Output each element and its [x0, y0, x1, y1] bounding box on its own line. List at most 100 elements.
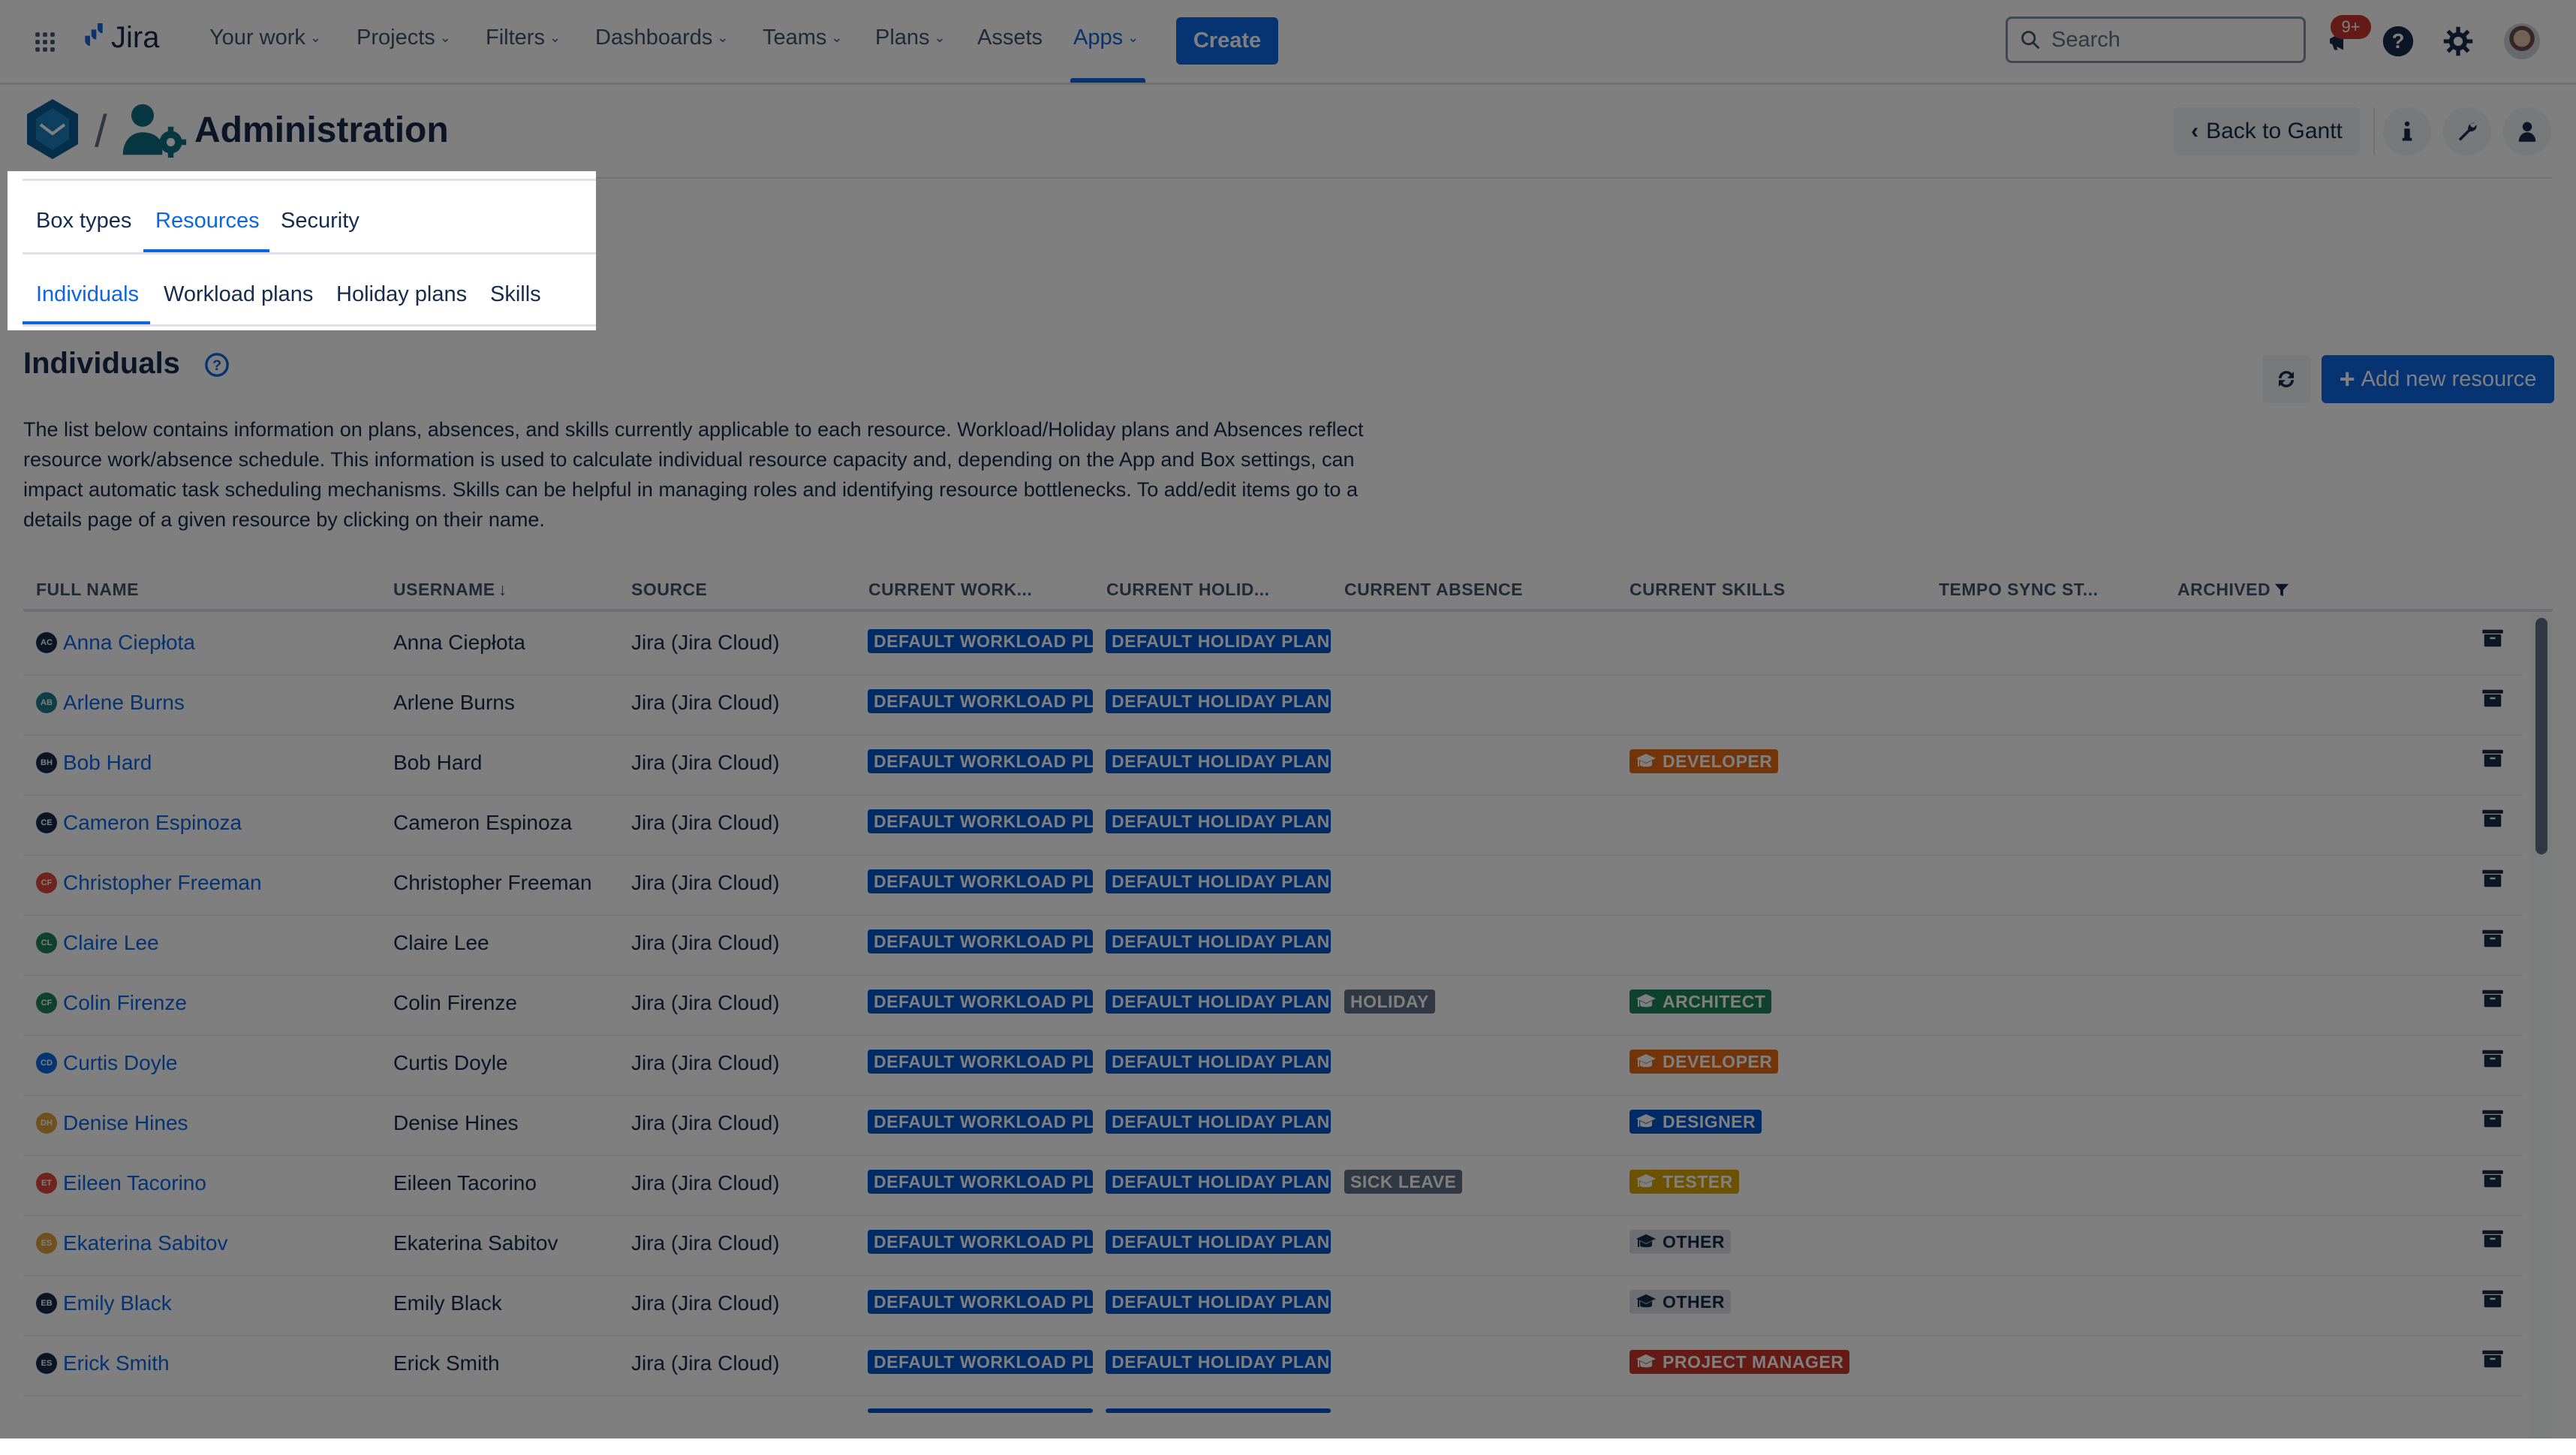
- column-header-username[interactable]: USERNAME ↓: [393, 580, 507, 600]
- resource-name-link[interactable]: Anna Ciepłota: [63, 631, 195, 655]
- section-heading: Individuals: [23, 347, 180, 380]
- skill-label: OTHER: [1663, 1291, 1725, 1312]
- column-header-current-skills[interactable]: CURRENT SKILLS: [1630, 580, 1786, 600]
- archive-icon[interactable]: [2481, 628, 2504, 649]
- resource-name-link[interactable]: Emily Black: [63, 1291, 172, 1315]
- table-row: ES Erick Smith Erick Smith Jira (Jira Cloud…: [23, 1335, 2523, 1396]
- back-to-gantt-label: Back to Gantt: [2206, 119, 2343, 143]
- archive-icon[interactable]: [2481, 868, 2504, 889]
- username-cell: Christopher Freeman: [393, 871, 592, 894]
- user-button[interactable]: [2503, 107, 2551, 155]
- skill-label: DEVELOPER: [1663, 751, 1773, 771]
- page-title: Administration: [194, 110, 449, 150]
- subtab-holiday-plans[interactable]: Holiday plans: [336, 282, 467, 307]
- holiday-plan-lozenge: DEFAULT HOLIDAY PLAN: [1106, 809, 1331, 833]
- archive-icon[interactable]: [2481, 928, 2504, 949]
- back-to-gantt-button[interactable]: ‹ Back to Gantt: [2174, 107, 2360, 155]
- top-navigation: Jira Your work ⌄ Projects ⌄ Filters ⌄ Dashb…: [0, 0, 2576, 85]
- resource-name-link[interactable]: Bob Hard: [63, 751, 152, 775]
- archive-icon[interactable]: [2481, 1228, 2504, 1249]
- nav-your-work[interactable]: Your work ⌄: [209, 26, 321, 50]
- nav-assets[interactable]: Assets: [977, 26, 1043, 50]
- resource-name-link[interactable]: Denise Hines: [63, 1111, 188, 1135]
- nav-label: Assets: [977, 26, 1043, 50]
- archive-icon[interactable]: [2481, 808, 2504, 829]
- holiday-plan-lozenge: DEFAULT HOLIDAY PLAN: [1106, 990, 1331, 1014]
- nav-teams[interactable]: Teams ⌄: [763, 26, 843, 50]
- full-name-cell: DH Denise Hines: [36, 1111, 188, 1135]
- subtab-workload-plans[interactable]: Workload plans: [164, 282, 313, 307]
- add-new-resource-button[interactable]: + Add new resource: [2322, 355, 2554, 403]
- resource-name-link[interactable]: Curtis Doyle: [63, 1051, 177, 1075]
- subtab-skills[interactable]: Skills: [490, 282, 541, 307]
- holiday-plan-lozenge: DEFAULT HOLIDAY PLAN: [1106, 1350, 1331, 1374]
- nav-filters[interactable]: Filters ⌄: [486, 26, 561, 50]
- refresh-button[interactable]: [2262, 355, 2310, 403]
- create-button[interactable]: Create: [1176, 17, 1278, 65]
- info-icon: [2402, 121, 2412, 141]
- resource-name-link[interactable]: Erick Smith: [63, 1351, 170, 1375]
- subtab-individuals[interactable]: Individuals: [36, 282, 139, 307]
- username-cell: Colin Firenze: [393, 991, 517, 1014]
- resource-name-link[interactable]: Eileen Tacorino: [63, 1171, 206, 1195]
- graduation-cap-icon: [1636, 1114, 1656, 1128]
- nav-plans[interactable]: Plans ⌄: [875, 26, 946, 50]
- username-cell: Claire Lee: [393, 931, 489, 954]
- chevron-left-icon: ‹: [2191, 119, 2199, 143]
- archive-icon[interactable]: [2481, 1348, 2504, 1369]
- archive-icon[interactable]: [2481, 1168, 2504, 1189]
- archive-icon[interactable]: [2481, 1288, 2504, 1309]
- table-row: ET Eileen Tacorino Eileen Tacorino Jira (Ji…: [23, 1155, 2523, 1216]
- table-row: AC Anna Ciepłota Anna Ciepłota Jira (Jira C…: [23, 614, 2523, 676]
- nav-apps[interactable]: Apps ⌄: [1073, 26, 1139, 50]
- tab-resources[interactable]: Resources: [155, 209, 260, 233]
- settings-wrench-button[interactable]: [2443, 107, 2491, 155]
- source-cell: Jira (Jira Cloud): [631, 871, 780, 894]
- app-logo-icon[interactable]: [26, 98, 80, 161]
- column-header-current-absence[interactable]: CURRENT ABSENCE: [1344, 580, 1523, 600]
- resource-name-link[interactable]: Arlene Burns: [63, 691, 185, 715]
- table-row: AB Arlene Burns Arlene Burns Jira (Jira Clo…: [23, 674, 2523, 736]
- column-header-current-holiday[interactable]: CURRENT HOLID...: [1106, 580, 1270, 600]
- column-header-source[interactable]: SOURCE: [631, 580, 707, 600]
- tab-security[interactable]: Security: [281, 209, 360, 233]
- help-icon[interactable]: ?: [2379, 23, 2417, 60]
- resource-name-link[interactable]: Christopher Freeman: [63, 871, 262, 895]
- archive-icon[interactable]: [2481, 688, 2504, 709]
- column-header-full-name[interactable]: FULL NAME: [36, 580, 139, 600]
- nav-label: Dashboards: [595, 26, 713, 50]
- column-header-tempo-sync-status[interactable]: TEMPO SYNC ST...: [1939, 580, 2098, 600]
- graduation-cap-icon: [1636, 754, 1656, 767]
- breadcrumb-separator: /: [95, 106, 107, 156]
- archive-icon[interactable]: [2481, 748, 2504, 769]
- column-label: FULL NAME: [36, 580, 139, 599]
- info-button[interactable]: [2383, 107, 2431, 155]
- archive-icon[interactable]: [2481, 1108, 2504, 1129]
- graduation-cap-icon: [1636, 994, 1656, 1008]
- archive-icon[interactable]: [2481, 1048, 2504, 1069]
- filter-icon[interactable]: [2274, 581, 2290, 599]
- username-cell: Emily Black: [393, 1291, 502, 1315]
- help-circle-icon[interactable]: ?: [204, 352, 230, 378]
- nav-projects[interactable]: Projects ⌄: [357, 26, 451, 50]
- table-scrollbar-thumb[interactable]: [2535, 618, 2547, 854]
- column-header-current-workload[interactable]: CURRENT WORK...: [868, 580, 1032, 600]
- username-cell: Denise Hines: [393, 1111, 519, 1134]
- tabs-top-divider: [23, 179, 596, 181]
- full-name-cell: ES Ekaterina Sabitov: [36, 1231, 227, 1255]
- nav-dashboards[interactable]: Dashboards ⌄: [595, 26, 728, 50]
- archive-icon[interactable]: [2481, 988, 2504, 1009]
- jira-home-link[interactable]: Jira: [75, 21, 159, 55]
- settings-icon[interactable]: [2439, 23, 2477, 60]
- wrench-icon: [2458, 122, 2477, 141]
- search-input[interactable]: Search: [2006, 17, 2306, 63]
- resource-name-link[interactable]: Cameron Espinoza: [63, 811, 242, 835]
- resource-name-link[interactable]: Claire Lee: [63, 931, 159, 955]
- column-header-archived[interactable]: ARCHIVED: [2177, 580, 2290, 600]
- app-switcher-icon[interactable]: [30, 27, 60, 57]
- tab-box-types[interactable]: Box types: [36, 209, 131, 233]
- resource-name-link[interactable]: Ekaterina Sabitov: [63, 1231, 227, 1255]
- resource-name-link[interactable]: Colin Firenze: [63, 991, 187, 1015]
- avatar[interactable]: [2504, 23, 2540, 59]
- holiday-plan-lozenge: DEFAULT HOLIDAY PLAN: [1106, 929, 1331, 953]
